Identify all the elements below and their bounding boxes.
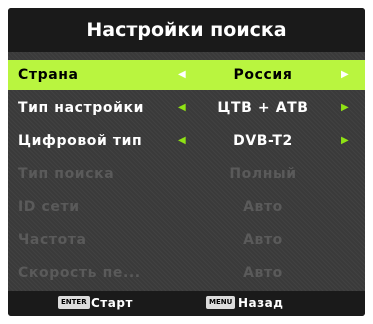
arrow-left-icon[interactable]: ◀ xyxy=(178,93,186,123)
menu-item-value: Авто xyxy=(243,199,283,215)
menu-item-value: DVB-T2 xyxy=(233,133,293,149)
menu-item-label: ID сети xyxy=(18,199,80,215)
menu-item-label: Скорость пе... xyxy=(18,265,141,281)
menu-item-value: Россия xyxy=(233,67,293,83)
arrow-right-icon[interactable]: ▶ xyxy=(341,60,349,90)
arrow-right-icon[interactable]: ▶ xyxy=(341,93,349,123)
menu-item-label: Тип настройки xyxy=(18,100,145,116)
menu-item-label: Частота xyxy=(18,232,87,248)
menu-item-search-type: Тип поиска Полный xyxy=(8,159,365,189)
arrow-right-icon[interactable]: ▶ xyxy=(341,126,349,156)
menu-item-value: ЦТВ + АТВ xyxy=(217,100,309,116)
enter-key-icon[interactable]: ENTER xyxy=(58,296,90,309)
start-label: Старт xyxy=(91,296,133,310)
footer-bar: ENTER Старт MENU Назад xyxy=(8,291,365,316)
menu-item-frequency: Частота Авто xyxy=(8,225,365,255)
arrow-left-icon[interactable]: ◀ xyxy=(178,60,186,90)
arrow-left-icon[interactable]: ◀ xyxy=(178,126,186,156)
menu-item-network-id: ID сети Авто xyxy=(8,192,365,222)
menu-item-tuning-type[interactable]: Тип настройки ◀ ЦТВ + АТВ ▶ xyxy=(8,93,365,123)
menu-item-country[interactable]: Страна ◀ Россия ▶ xyxy=(8,60,365,90)
menu-item-digital-type[interactable]: Цифровой тип ◀ DVB-T2 ▶ xyxy=(8,126,365,156)
menu-item-value: Полный xyxy=(229,166,297,182)
menu-item-value: Авто xyxy=(243,232,283,248)
menu-key-icon[interactable]: MENU xyxy=(206,296,236,309)
menu-item-label: Тип поиска xyxy=(18,166,115,182)
menu-item-value: Авто xyxy=(243,265,283,281)
search-settings-panel: Настройки поиска Страна ◀ Россия ▶ Тип н… xyxy=(8,8,365,316)
panel-title: Настройки поиска xyxy=(8,8,365,52)
menu-item-label: Страна xyxy=(18,67,79,83)
menu-item-label: Цифровой тип xyxy=(18,133,143,149)
menu-item-symbol-rate: Скорость пе... Авто xyxy=(8,258,365,288)
back-label: Назад xyxy=(238,296,284,310)
